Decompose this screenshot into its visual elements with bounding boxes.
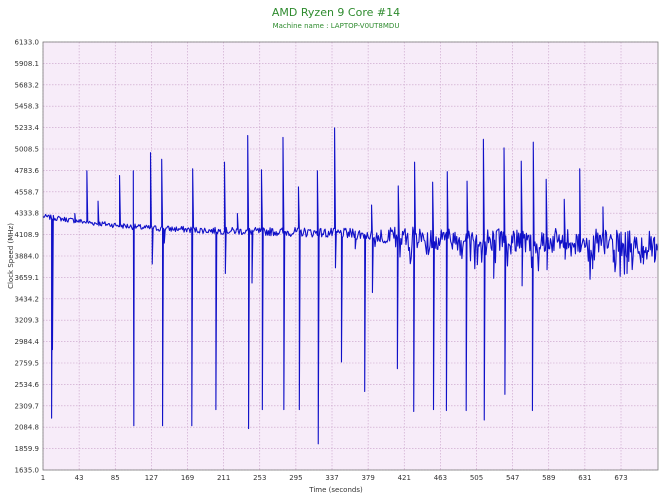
x-axis-label: Time (seconds) (308, 486, 363, 494)
x-tick-label: 547 (506, 474, 519, 482)
y-tick-label: 4558.7 (15, 188, 40, 196)
y-tick-label: 5008.5 (15, 146, 40, 154)
y-axis-ticks: 1635.0 1859.9 2084.8 2309.7 2534.6 2759.5 2984… (15, 39, 40, 475)
x-tick-label: 127 (145, 474, 158, 482)
x-tick-label: 253 (253, 474, 266, 482)
chart-title: AMD Ryzen 9 Core #14 (272, 6, 400, 19)
x-tick-label: 589 (542, 474, 555, 482)
x-tick-label: 85 (111, 474, 120, 482)
x-tick-label: 211 (217, 474, 230, 482)
y-tick-label: 5458.3 (15, 103, 40, 111)
y-tick-label: 5233.4 (15, 124, 40, 132)
x-tick-label: 169 (181, 474, 194, 482)
x-tick-label: 379 (361, 474, 374, 482)
y-tick-label: 2984.4 (15, 338, 40, 346)
y-tick-label: 1859.9 (15, 445, 40, 453)
x-tick-label: 631 (578, 474, 591, 482)
x-tick-label: 421 (398, 474, 411, 482)
y-tick-label: 2309.7 (15, 402, 40, 410)
y-axis-label: Clock Speed (MHz) (7, 223, 15, 289)
clock-speed-chart: AMD Ryzen 9 Core #14 Machine name : LAPT… (7, 6, 659, 494)
x-axis-ticks: 1 43 85 127 169 211 253 295 337 379 421 463 505 547 58… (41, 474, 628, 482)
x-tick-label: 43 (75, 474, 84, 482)
x-tick-label: 337 (325, 474, 338, 482)
x-tick-label: 295 (289, 474, 302, 482)
y-tick-label: 2759.5 (15, 360, 40, 368)
y-tick-label: 4333.8 (15, 210, 40, 218)
chart-container: AMD Ryzen 9 Core #14 Machine name : LAPT… (0, 0, 670, 503)
y-tick-label: 5683.2 (15, 81, 40, 89)
y-tick-label: 3659.1 (15, 274, 40, 282)
y-tick-label: 3434.2 (15, 295, 40, 303)
y-tick-label: 1635.0 (15, 467, 40, 475)
y-tick-label: 6133.0 (15, 39, 40, 47)
y-tick-label: 3209.3 (15, 317, 40, 325)
y-tick-label: 2534.6 (15, 381, 40, 389)
x-tick-label: 463 (434, 474, 447, 482)
chart-subtitle: Machine name : LAPTOP-V0UT8MDU (273, 22, 400, 30)
y-tick-label: 5908.1 (15, 60, 40, 68)
x-tick-label: 673 (614, 474, 627, 482)
y-tick-label: 3884.0 (15, 253, 40, 261)
x-tick-label: 505 (470, 474, 483, 482)
y-tick-label: 4108.9 (15, 231, 40, 239)
y-tick-label: 2084.8 (15, 424, 40, 432)
x-tick-label: 1 (41, 474, 45, 482)
y-tick-label: 4783.6 (15, 167, 40, 175)
